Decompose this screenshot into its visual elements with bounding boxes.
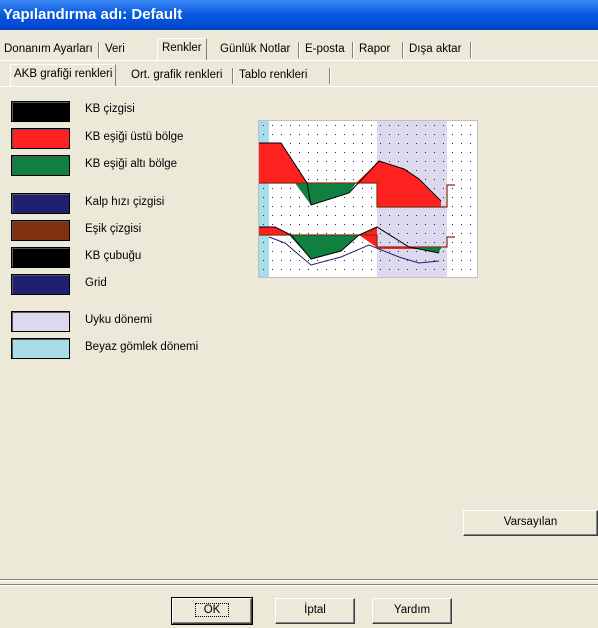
ok-button[interactable]: OK (171, 597, 253, 625)
grid-dots (259, 121, 477, 277)
tab-akb-grafigi-renkleri[interactable]: AKB grafiği renkleri (10, 64, 117, 87)
label-esik-cizgisi: Eşik çizgisi (85, 223, 142, 235)
tab-separator (98, 42, 100, 58)
sub-tab-border (0, 86, 598, 87)
tab-gunluk-notlar[interactable]: Günlük Notlar (216, 40, 294, 60)
swatch-kb-esigi-alti-bolge[interactable] (11, 155, 70, 176)
tab-separator (298, 42, 300, 58)
main-tab-border (0, 60, 598, 61)
label-grid: Grid (85, 277, 107, 289)
label-kb-cizgisi: KB çizgisi (85, 103, 135, 115)
label-uyku-donemi: Uyku dönemi (85, 314, 153, 326)
swatch-esik-cizgisi[interactable] (11, 220, 70, 241)
tab-separator (329, 68, 331, 84)
tab-separator (232, 68, 234, 84)
window-title: Yapılandırma adı: Default (3, 6, 183, 23)
sub-tab-strip: AKB grafiği renkleri Ort. grafik renkler… (0, 64, 598, 87)
swatch-kb-esigi-ustu-bolge[interactable] (11, 128, 70, 149)
tab-disa-aktar[interactable]: Dışa aktar (405, 40, 465, 60)
label-kb-cubugu: KB çubuğu (85, 250, 142, 262)
tab-donanim-ayarlari[interactable]: Donanım Ayarları (0, 40, 97, 60)
tab-veri[interactable]: Veri (101, 40, 129, 60)
main-tab-strip: Donanım Ayarları Veri Renkler Günlük Not… (0, 38, 598, 61)
tab-renkler[interactable]: Renkler (157, 38, 207, 61)
label-kalp-hizi-cizgisi: Kalp hızı çizgisi (85, 196, 165, 208)
label-kb-esigi-ustu-bolge: KB eşiği üstü bölge (85, 131, 184, 143)
title-bar: Yapılandırma adı: Default (0, 0, 598, 30)
ok-button-label: OK (194, 603, 230, 617)
tab-separator (402, 42, 404, 58)
swatch-beyaz-gomlek-donemi[interactable] (11, 338, 70, 359)
bottom-separator-light (0, 580, 598, 581)
tab-ort-grafik-renkleri[interactable]: Ort. grafik renkleri (128, 66, 225, 86)
tab-separator (470, 42, 472, 58)
label-kb-esigi-alti-bolge: KB eşiği altı bölge (85, 158, 178, 170)
swatch-kb-cubugu[interactable] (11, 247, 70, 268)
tab-separator (352, 42, 354, 58)
default-colors-button[interactable]: Varsayılan (463, 510, 598, 536)
tab-e-posta[interactable]: E-posta (301, 40, 349, 60)
tab-tablo-renkleri[interactable]: Tablo renkleri (236, 66, 310, 86)
swatch-kb-cizgisi[interactable] (11, 101, 70, 122)
help-button[interactable]: Yardım (372, 598, 452, 624)
swatch-uyku-donemi[interactable] (11, 311, 70, 332)
bottom-separator-light-2 (0, 585, 598, 586)
cancel-button[interactable]: İptal (275, 598, 355, 624)
preview-chart-graphic (259, 121, 477, 277)
color-preview-chart (258, 120, 478, 278)
tab-rapor[interactable]: Rapor (355, 40, 394, 60)
swatch-kalp-hizi-cizgisi[interactable] (11, 193, 70, 214)
swatch-grid[interactable] (11, 274, 70, 295)
label-beyaz-gomlek-donemi: Beyaz gömlek dönemi (85, 341, 199, 353)
